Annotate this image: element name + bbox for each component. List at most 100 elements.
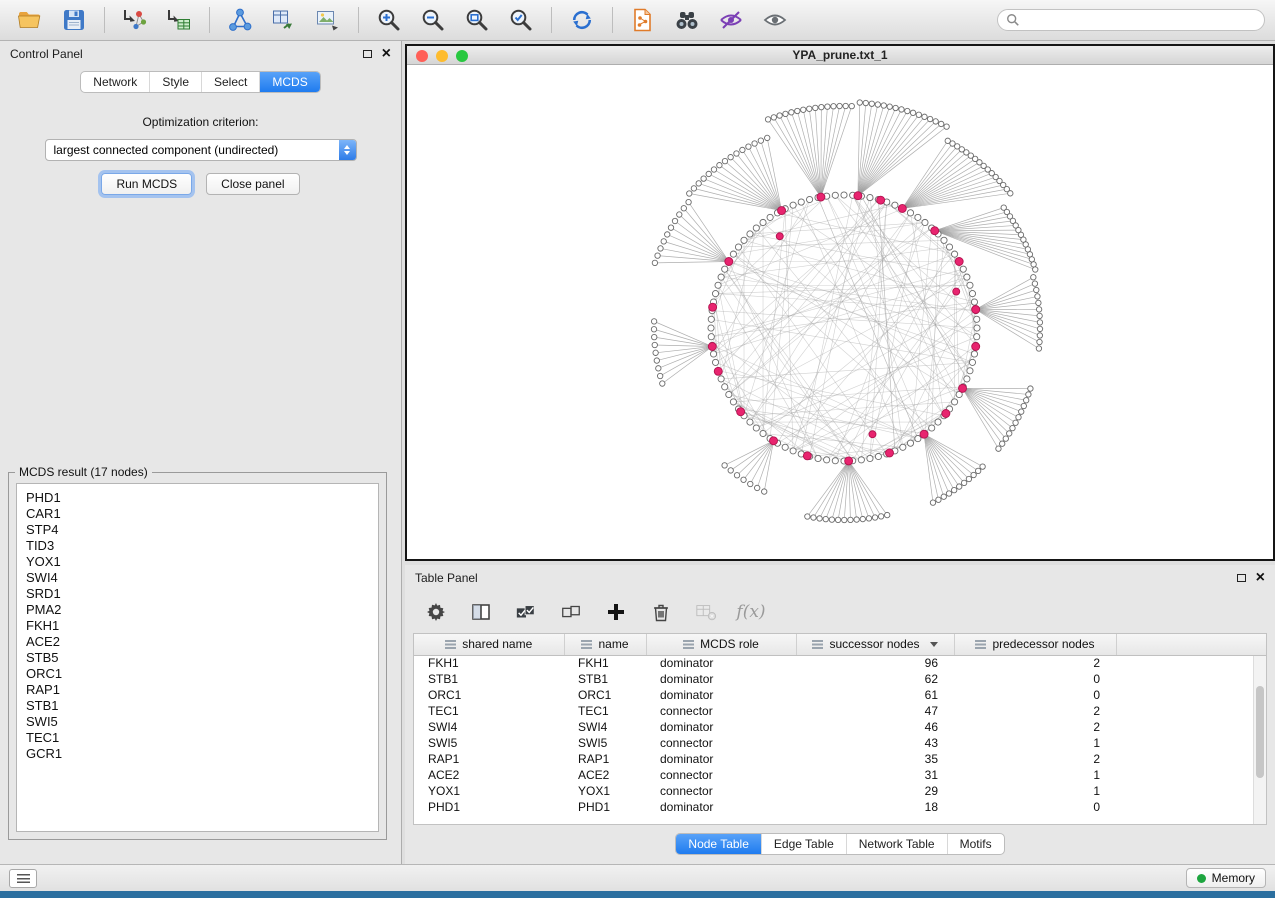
mcds-node[interactable]: SWI4 xyxy=(26,570,369,586)
table-row[interactable]: ORC1ORC1dominator610 xyxy=(414,687,1266,703)
table-row[interactable]: SWI4SWI4dominator462 xyxy=(414,719,1266,735)
table-row[interactable]: PHD1PHD1dominator180 xyxy=(414,799,1266,815)
table-row[interactable]: STB1STB1dominator620 xyxy=(414,671,1266,687)
panel-menu-button[interactable] xyxy=(9,869,37,888)
show-columns-button[interactable] xyxy=(466,597,496,627)
select-all-rows-button[interactable] xyxy=(511,597,541,627)
save-session-button[interactable] xyxy=(54,4,94,36)
mcds-node[interactable]: SRD1 xyxy=(26,586,369,602)
column-header-predecessor-nodes[interactable]: predecessor nodes xyxy=(954,634,1116,655)
column-header-mcds-role[interactable]: MCDS role xyxy=(646,634,796,655)
search-field[interactable] xyxy=(997,9,1265,31)
table-cell: 35 xyxy=(796,751,954,767)
table-row[interactable]: TEC1TEC1connector472 xyxy=(414,703,1266,719)
tab-select[interactable]: Select xyxy=(201,72,259,92)
search-objects-button[interactable] xyxy=(667,4,707,36)
mcds-node[interactable]: TID3 xyxy=(26,538,369,554)
float-panel-icon[interactable] xyxy=(363,50,372,58)
export-table-button[interactable] xyxy=(264,4,304,36)
table-cell: 2 xyxy=(954,719,1116,735)
table-row[interactable]: SWI5SWI5connector431 xyxy=(414,735,1266,751)
zoom-in-button[interactable] xyxy=(369,4,409,36)
close-panel-icon[interactable]: × xyxy=(382,46,391,62)
table-row[interactable]: FKH1FKH1dominator962 xyxy=(414,655,1266,671)
mcds-node[interactable]: STB5 xyxy=(26,650,369,666)
window-maximize-icon[interactable] xyxy=(456,50,468,62)
apply-style-button[interactable] xyxy=(711,4,751,36)
tab-motifs[interactable]: Motifs xyxy=(947,834,1004,854)
add-row-button[interactable] xyxy=(601,597,631,627)
network-view[interactable] xyxy=(407,66,1273,559)
close-panel-icon[interactable]: × xyxy=(1256,570,1265,586)
search-input[interactable] xyxy=(1026,12,1256,28)
table-cell: 46 xyxy=(796,719,954,735)
export-image-button[interactable] xyxy=(308,4,348,36)
mcds-node[interactable]: PHD1 xyxy=(26,490,369,506)
tab-style[interactable]: Style xyxy=(149,72,201,92)
column-header-name[interactable]: name xyxy=(564,634,646,655)
window-close-icon[interactable] xyxy=(416,50,428,62)
network-canvas[interactable] xyxy=(407,66,1273,559)
tab-mcds[interactable]: MCDS xyxy=(259,72,319,92)
mcds-node[interactable]: YOX1 xyxy=(26,554,369,570)
table-scrollbar[interactable] xyxy=(1253,656,1266,824)
node-table-body: FKH1FKH1dominator962STB1STB1dominator620… xyxy=(414,655,1266,815)
refresh-view-button[interactable] xyxy=(562,4,602,36)
mcds-node[interactable]: ORC1 xyxy=(26,666,369,682)
delete-row-button[interactable] xyxy=(646,597,676,627)
table-row[interactable]: YOX1YOX1connector291 xyxy=(414,783,1266,799)
zoom-selected-button[interactable] xyxy=(501,4,541,36)
mcds-result-list[interactable]: PHD1CAR1STP4TID3YOX1SWI4SRD1PMA2FKH1ACE2… xyxy=(16,483,379,832)
tab-edge-table[interactable]: Edge Table xyxy=(761,834,846,854)
table-cell: dominator xyxy=(646,799,796,815)
tab-network[interactable]: Network xyxy=(81,72,149,92)
control-panel-tabs: Network Style Select MCDS xyxy=(80,71,320,93)
import-table-icon xyxy=(166,7,192,33)
deselect-all-icon xyxy=(560,601,582,623)
criterion-select[interactable]: largest connected component (undirected) xyxy=(45,139,357,161)
zoom-fit-button[interactable] xyxy=(457,4,497,36)
table-row[interactable]: ACE2ACE2connector311 xyxy=(414,767,1266,783)
table-row[interactable]: RAP1RAP1dominator352 xyxy=(414,751,1266,767)
tab-network-table[interactable]: Network Table xyxy=(846,834,947,854)
mcds-node[interactable]: ACE2 xyxy=(26,634,369,650)
table-cell: 1 xyxy=(954,767,1116,783)
column-icon xyxy=(975,640,986,649)
float-panel-icon[interactable] xyxy=(1237,574,1246,582)
control-panel: Control Panel × Network Style Select MCD… xyxy=(0,41,402,864)
mcds-node[interactable]: TEC1 xyxy=(26,730,369,746)
table-cell: 2 xyxy=(954,751,1116,767)
run-mcds-button[interactable]: Run MCDS xyxy=(101,173,192,195)
memory-button[interactable]: Memory xyxy=(1186,868,1266,888)
share-document-button[interactable] xyxy=(623,4,663,36)
zoom-out-button[interactable] xyxy=(413,4,453,36)
table-settings-button[interactable] xyxy=(421,597,451,627)
mcds-node[interactable]: GCR1 xyxy=(26,746,369,762)
function-builder-button[interactable]: f(x) xyxy=(736,597,766,627)
window-minimize-icon[interactable] xyxy=(436,50,448,62)
column-header-shared-name[interactable]: shared name xyxy=(414,634,564,655)
toolbar-separator xyxy=(209,7,210,33)
zoom-out-icon xyxy=(420,7,446,33)
mcds-node[interactable]: PMA2 xyxy=(26,602,369,618)
deselect-all-rows-button[interactable] xyxy=(556,597,586,627)
mcds-node[interactable]: STB1 xyxy=(26,698,369,714)
close-panel-button[interactable]: Close panel xyxy=(206,173,299,195)
scrollbar-thumb[interactable] xyxy=(1256,686,1264,778)
mcds-node[interactable]: SWI5 xyxy=(26,714,369,730)
export-image-icon xyxy=(315,7,341,33)
open-session-button[interactable] xyxy=(10,4,50,36)
tab-node-table[interactable]: Node Table xyxy=(676,834,761,854)
new-network-button[interactable] xyxy=(220,4,260,36)
plus-icon xyxy=(605,601,627,623)
import-network-button[interactable] xyxy=(115,4,155,36)
mcds-node[interactable]: CAR1 xyxy=(26,506,369,522)
toggle-visibility-button[interactable] xyxy=(755,4,795,36)
mcds-node[interactable]: RAP1 xyxy=(26,682,369,698)
mcds-node[interactable]: STP4 xyxy=(26,522,369,538)
clear-table-button[interactable] xyxy=(691,597,721,627)
optimization-criterion-label: Optimization criterion: xyxy=(0,115,401,129)
column-header-successor-nodes[interactable]: successor nodes xyxy=(796,634,954,655)
import-table-button[interactable] xyxy=(159,4,199,36)
mcds-node[interactable]: FKH1 xyxy=(26,618,369,634)
